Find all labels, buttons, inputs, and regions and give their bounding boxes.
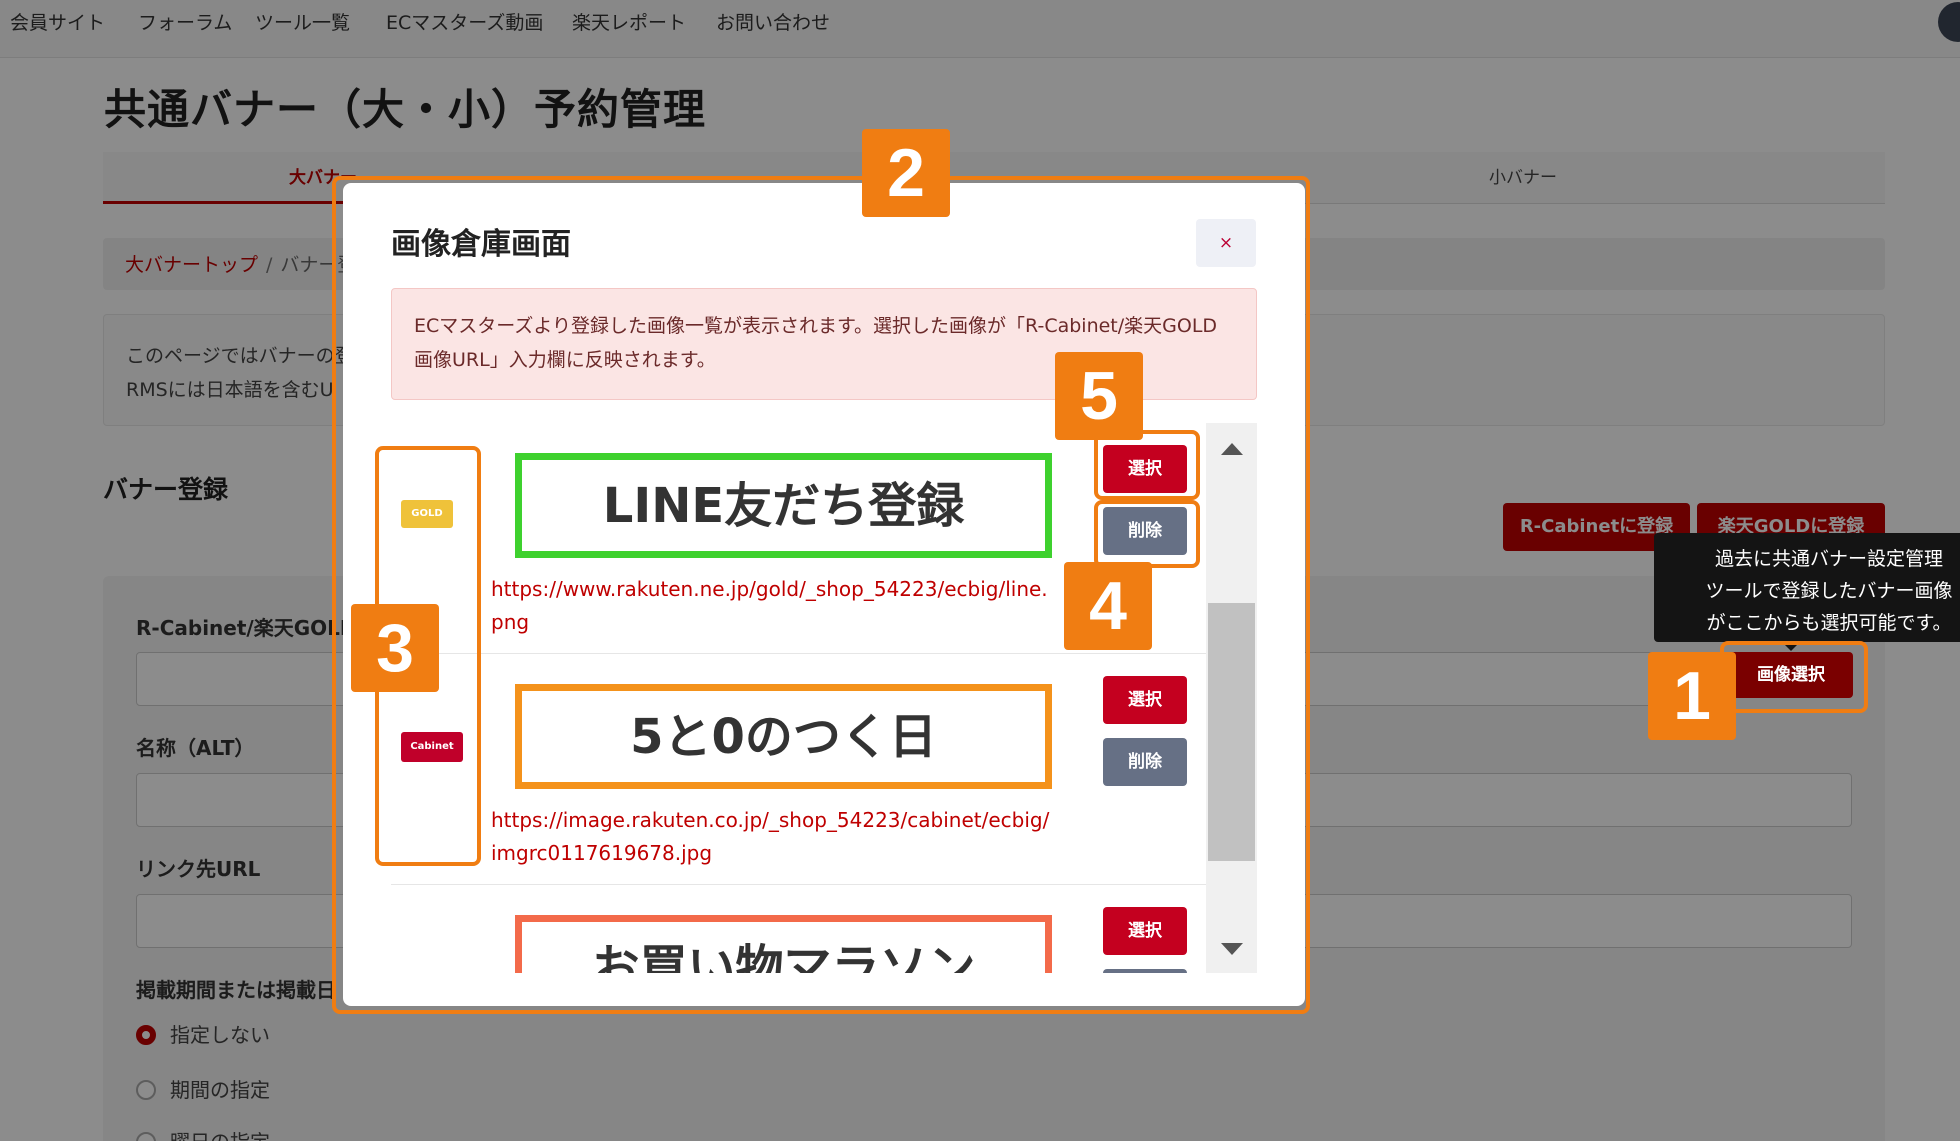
- annotation-number-4: 4: [1064, 562, 1152, 650]
- annotation-frame-image-select: [1720, 641, 1868, 713]
- annotation-frame-select: [1094, 430, 1200, 500]
- annotation-number-5: 5: [1055, 352, 1143, 440]
- annotation-frame-delete: [1094, 500, 1200, 568]
- image-select-tooltip: 過去に共通バナー設定管理 ツールで登録したバナー画像 がここからも選択可能です。: [1654, 533, 1960, 651]
- annotation-number-2: 2: [862, 129, 950, 217]
- tooltip-line-1: 過去に共通バナー設定管理: [1714, 548, 1943, 570]
- tooltip-line-2: ツールで登録したバナー画像: [1705, 580, 1953, 602]
- annotation-number-3: 3: [351, 604, 439, 692]
- annotation-number-1: 1: [1648, 652, 1736, 740]
- tooltip-line-3: がここからも選択可能です。: [1706, 612, 1952, 634]
